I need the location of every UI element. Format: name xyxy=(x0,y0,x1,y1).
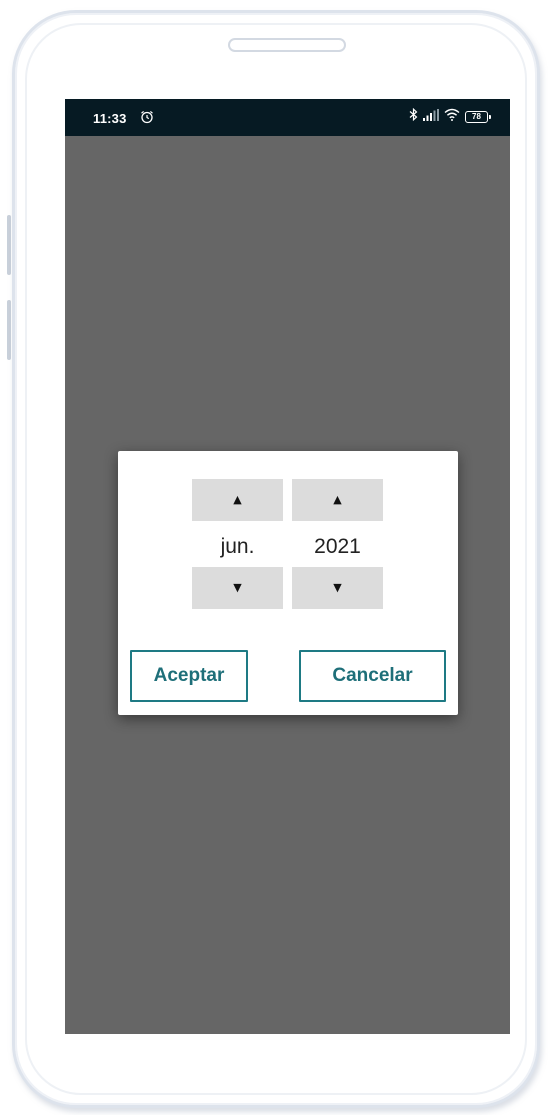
arrow-up-icon: ▲ xyxy=(333,493,342,506)
cancel-button[interactable]: Cancelar xyxy=(299,650,446,702)
battery-icon: 78 xyxy=(465,111,491,123)
month-increment-button[interactable]: ▲ xyxy=(192,479,283,521)
month-decrement-button[interactable]: ▼ xyxy=(192,567,283,609)
page: 11:33 78 ▲ ▲ jun. 2021 ▼ ▼ Aceptar Cance… xyxy=(0,0,548,1115)
year-value: 2021 xyxy=(314,535,361,558)
arrow-up-icon: ▲ xyxy=(233,493,242,506)
signal-icon xyxy=(423,108,439,126)
alarm-icon xyxy=(140,110,154,124)
year-decrement-button[interactable]: ▼ xyxy=(292,567,383,609)
status-icons: 78 xyxy=(409,107,491,126)
arrow-down-icon: ▼ xyxy=(233,581,242,594)
phone-screen: 11:33 78 ▲ ▲ jun. 2021 ▼ ▼ Aceptar Cance… xyxy=(65,99,510,1034)
volume-button xyxy=(7,215,11,275)
status-bar: 11:33 78 xyxy=(65,99,510,136)
month-value: jun. xyxy=(220,535,255,558)
arrow-down-icon: ▼ xyxy=(333,581,342,594)
bluetooth-icon xyxy=(409,107,418,126)
wifi-icon xyxy=(444,108,460,126)
month-year-picker-dialog: ▲ ▲ jun. 2021 ▼ ▼ Aceptar Cancelar xyxy=(118,451,458,715)
accept-button[interactable]: Aceptar xyxy=(130,650,248,702)
power-button xyxy=(7,300,11,360)
year-increment-button[interactable]: ▲ xyxy=(292,479,383,521)
status-time: 11:33 xyxy=(93,111,127,126)
earpiece-speaker xyxy=(228,38,346,52)
